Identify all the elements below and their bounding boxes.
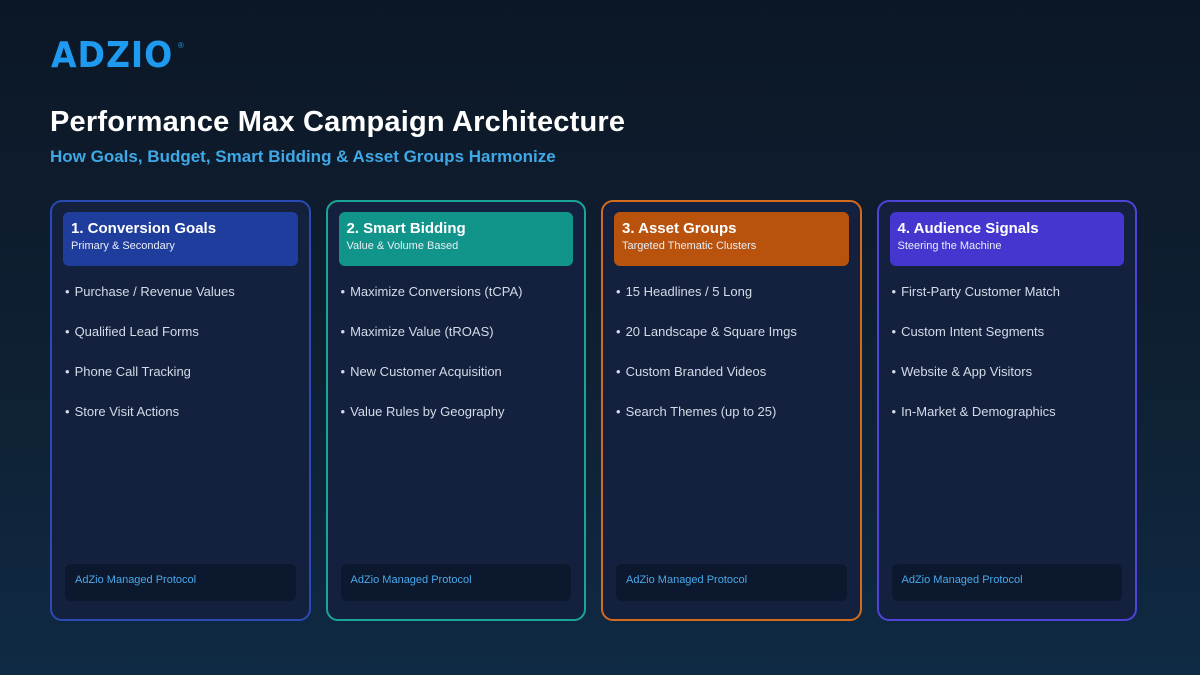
- list-item: • Value Rules by Geography: [341, 402, 574, 442]
- list-item: • New Customer Acquisition: [341, 362, 574, 402]
- list-item-label: First-Party Customer Match: [901, 284, 1060, 299]
- column-item-list: • First-Party Customer Match • Custom Inte…: [890, 282, 1125, 442]
- list-item-label: Value Rules by Geography: [350, 404, 505, 419]
- column-subtitle: Value & Volume Based: [346, 240, 459, 252]
- list-item: • Custom Intent Segments: [892, 322, 1125, 362]
- bullet-icon: •: [340, 284, 346, 299]
- list-item-label: In-Market & Demographics: [901, 404, 1056, 419]
- column-title: 2. Smart Bidding: [346, 220, 466, 237]
- logo-text: ADZIO: [51, 35, 174, 76]
- bullet-icon: •: [891, 364, 897, 379]
- list-item: • First-Party Customer Match: [892, 282, 1125, 322]
- column-header: 4. Audience Signals Steering the Machine: [889, 212, 1124, 266]
- architecture-columns: 1. Conversion Goals Primary & Secondary …: [50, 200, 1137, 621]
- column-footer: AdZio Managed Protocol: [65, 564, 296, 601]
- list-item-label: 15 Headlines / 5 Long: [625, 284, 753, 299]
- list-item-label: Maximize Value (tROAS): [350, 324, 494, 339]
- list-item: • Phone Call Tracking: [65, 362, 298, 402]
- bullet-icon: •: [616, 324, 621, 339]
- list-item: • Maximize Value (tROAS): [341, 322, 574, 362]
- column-title: 3. Asset Groups: [622, 220, 737, 237]
- page-subtitle: How Goals, Budget, Smart Bidding & Asset…: [50, 147, 556, 166]
- bullet-icon: •: [891, 404, 897, 419]
- list-item-label: Custom Intent Segments: [901, 324, 1045, 339]
- list-item-label: 20 Landscape & Square Imgs: [625, 324, 797, 339]
- column-smart-bidding: 2. Smart Bidding Value & Volume Based • M…: [325, 200, 586, 621]
- bullet-icon: •: [65, 284, 70, 299]
- column-title: 1. Conversion Goals: [71, 220, 217, 237]
- bullet-icon: •: [65, 364, 70, 379]
- list-item: • Website & App Visitors: [892, 362, 1125, 402]
- list-item: • 15 Headlines / 5 Long: [616, 282, 849, 322]
- bullet-icon: •: [65, 404, 70, 419]
- column-conversion-goals: 1. Conversion Goals Primary & Secondary …: [50, 200, 311, 621]
- page-title: Performance Max Campaign Architecture: [50, 106, 626, 138]
- list-item: • Qualified Lead Forms: [65, 322, 298, 362]
- column-footer: AdZio Managed Protocol: [340, 564, 571, 601]
- column-audience-signals: 4. Audience Signals Steering the Machine…: [876, 200, 1137, 621]
- list-item-label: Website & App Visitors: [901, 364, 1033, 379]
- column-header: 3. Asset Groups Targeted Thematic Cluste…: [614, 212, 849, 266]
- column-item-list: • Maximize Conversions (tCPA) • Maximize V…: [339, 282, 574, 442]
- bullet-icon: •: [340, 404, 346, 419]
- bullet-icon: •: [616, 364, 621, 379]
- column-header: 2. Smart Bidding Value & Volume Based: [338, 212, 573, 266]
- column-subtitle: Targeted Thematic Clusters: [622, 240, 757, 252]
- list-item-label: Qualified Lead Forms: [74, 324, 199, 339]
- bullet-icon: •: [891, 284, 897, 299]
- bullet-icon: •: [340, 324, 346, 339]
- list-item-label: Maximize Conversions (tCPA): [350, 284, 523, 299]
- list-item-label: Purchase / Revenue Values: [74, 284, 235, 299]
- column-footer: AdZio Managed Protocol: [891, 564, 1122, 601]
- list-item: • 20 Landscape & Square Imgs: [616, 322, 849, 362]
- list-item-label: Search Themes (up to 25): [625, 404, 777, 419]
- list-item-label: Custom Branded Videos: [625, 364, 767, 379]
- list-item-label: Store Visit Actions: [74, 404, 180, 419]
- list-item: • Custom Branded Videos: [616, 362, 849, 402]
- column-asset-groups: 3. Asset Groups Targeted Thematic Cluste…: [601, 200, 862, 621]
- bullet-icon: •: [616, 404, 621, 419]
- list-item-label: New Customer Acquisition: [350, 364, 502, 379]
- column-subtitle: Steering the Machine: [897, 240, 1002, 252]
- list-item: • Maximize Conversions (tCPA): [341, 282, 574, 322]
- registered-mark: ®: [177, 41, 184, 50]
- column-item-list: • 15 Headlines / 5 Long • 20 Landscape & S…: [614, 282, 849, 442]
- list-item: • Search Themes (up to 25): [616, 402, 849, 442]
- list-item: • In-Market & Demographics: [892, 402, 1125, 442]
- column-item-list: • Purchase / Revenue Values • Qualified Le…: [63, 282, 298, 442]
- column-title: 4. Audience Signals: [897, 220, 1039, 237]
- bullet-icon: •: [616, 284, 621, 299]
- bullet-icon: •: [65, 324, 70, 339]
- column-footer: AdZio Managed Protocol: [616, 564, 847, 601]
- brand-logo: ADZIO ®: [51, 38, 184, 74]
- column-subtitle: Primary & Secondary: [71, 240, 175, 252]
- list-item: • Purchase / Revenue Values: [65, 282, 298, 322]
- bullet-icon: •: [891, 324, 897, 339]
- bullet-icon: •: [340, 364, 346, 379]
- list-item: • Store Visit Actions: [65, 402, 298, 442]
- column-header: 1. Conversion Goals Primary & Secondary: [63, 212, 298, 266]
- list-item-label: Phone Call Tracking: [74, 364, 191, 379]
